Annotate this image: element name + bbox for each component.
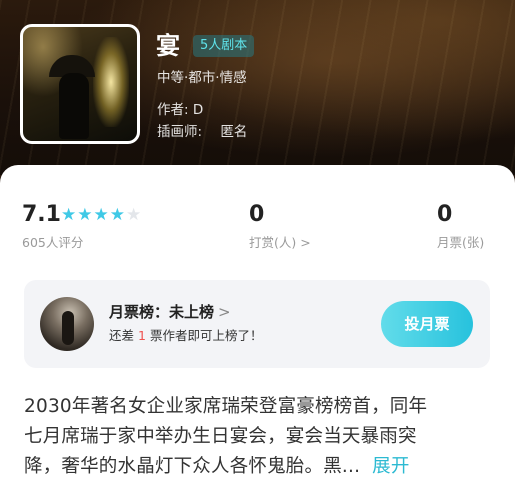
synopsis-line-text: 降，奢华的水晶灯下众人各怀鬼胎。黑... xyxy=(24,456,361,477)
author-avatar[interactable] xyxy=(40,297,94,351)
author-label: 作者: xyxy=(157,102,189,118)
reward-link[interactable]: 打赏(人) > xyxy=(249,235,311,251)
synopsis-line: 2030年著名女企业家席瑞荣登富豪榜榜首，同年 xyxy=(24,396,428,417)
rating-count: 605人评分 xyxy=(22,235,84,250)
illustrator-label: 插画师: xyxy=(157,124,203,140)
monthly-ticket-label: 月票(张) xyxy=(437,235,485,250)
synopsis: 2030年著名女企业家席瑞荣登富豪榜榜首，同年 七月席瑞于家中举办生日宴会，宴会… xyxy=(24,392,494,482)
rank-hint: 还差 1 票作者即可上榜了！ xyxy=(109,327,262,345)
avatar-figure xyxy=(62,311,74,345)
author-row[interactable]: 作者: D xyxy=(157,101,203,119)
rating-stars: ★ ★ ★ ★ ★ xyxy=(61,205,141,225)
illustrator-row: 插画师: 匿名 xyxy=(157,123,247,141)
book-title: 宴 xyxy=(156,32,180,60)
expand-link[interactable]: 展开 xyxy=(372,456,409,477)
vote-monthly-ticket-button[interactable]: 投月票 xyxy=(381,301,473,347)
rank-hint-suffix: 票作者即可上榜了！ xyxy=(149,328,263,343)
synopsis-line-last: 降，奢华的水晶灯下众人各怀鬼胎。黑... 展开 xyxy=(24,452,494,482)
reward-count: 0 xyxy=(249,202,265,227)
rating-value: 7.1 xyxy=(22,202,61,227)
star-icon: ★ xyxy=(126,205,142,225)
votes-needed: 1 xyxy=(138,328,146,343)
chevron-right-icon: > xyxy=(218,303,231,321)
illustrator-name: 匿名 xyxy=(220,124,248,140)
cover-light xyxy=(93,37,129,127)
monthly-ticket-count: 0 xyxy=(437,202,453,227)
star-icon: ★ xyxy=(93,205,109,225)
star-icon: ★ xyxy=(61,205,77,225)
rank-hint-prefix: 还差 xyxy=(109,328,135,343)
star-icon: ★ xyxy=(109,205,125,225)
rank-title[interactable]: 月票榜：未上榜 > xyxy=(109,302,231,322)
header-banner: 宴 5人剧本 中等·都市·情感 作者: D 插画师: 匿名 xyxy=(0,0,515,175)
monthly-rank-panel: 月票榜：未上榜 > 还差 1 票作者即可上榜了！ 投月票 xyxy=(24,280,490,368)
book-cover[interactable] xyxy=(20,24,140,144)
star-icon: ★ xyxy=(77,205,93,225)
rank-title-text: 月票榜：未上榜 xyxy=(109,303,215,321)
genre-text: 中等·都市·情感 xyxy=(157,70,247,86)
cover-figure xyxy=(59,73,89,139)
synopsis-line: 七月席瑞于家中举办生日宴会，宴会当天暴雨突 xyxy=(24,426,417,447)
player-count-tag: 5人剧本 xyxy=(193,35,255,57)
author-name[interactable]: D xyxy=(193,102,203,118)
